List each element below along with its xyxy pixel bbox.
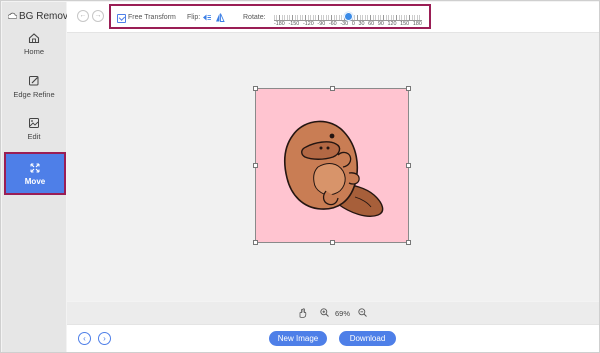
rotate-tick-label: -30	[340, 21, 349, 27]
resize-handle-top-right[interactable]	[406, 86, 411, 91]
sidebar-item-edge-refine[interactable]: Edge Refine	[2, 75, 66, 99]
new-image-button[interactable]: New Image	[269, 331, 327, 346]
rotate-tick-label: -180	[274, 21, 285, 27]
resize-handle-bottom-right[interactable]	[406, 240, 411, 245]
resize-handle-top-left[interactable]	[253, 86, 258, 91]
app-window: BG Remover Home Edge Refine Edit Move ← …	[0, 0, 600, 353]
previous-button[interactable]: ‹	[78, 332, 91, 345]
undo-button[interactable]: ←	[77, 10, 89, 22]
flip-label: Flip:	[187, 14, 201, 21]
rotate-tick-label: -60	[328, 21, 337, 27]
sidebar-item-move[interactable]: Move	[4, 152, 66, 195]
sidebar-item-label: Home	[23, 47, 44, 56]
sidebar: BG Remover Home Edge Refine Edit Move	[2, 2, 77, 352]
free-transform-checkbox[interactable]	[117, 14, 126, 23]
rotate-tick-label: 180	[412, 21, 422, 27]
rotate-tick-label: 30	[358, 21, 365, 27]
resize-handle-bottom[interactable]	[330, 240, 335, 245]
zoom-level: 69%	[335, 309, 351, 318]
rotate-tick-label: -120	[302, 21, 314, 27]
resize-handle-bottom-left[interactable]	[253, 240, 258, 245]
home-icon	[28, 33, 40, 44]
image-selection[interactable]	[253, 86, 411, 245]
resize-handle-left[interactable]	[253, 163, 258, 168]
rotate-label: Rotate:	[243, 14, 266, 21]
zoom-out-icon[interactable]	[358, 308, 367, 317]
resize-handle-top[interactable]	[330, 86, 335, 91]
flip-vertical-icon[interactable]	[215, 13, 225, 22]
next-button[interactable]: ›	[98, 332, 111, 345]
sidebar-item-edit[interactable]: Edit	[2, 117, 66, 141]
platypus-image	[283, 120, 384, 217]
rotate-tick-label: 0	[351, 21, 355, 27]
rotate-tick-label: 60	[368, 21, 375, 27]
cloud-logo-icon	[8, 12, 17, 20]
rotate-slider-handle[interactable]	[344, 12, 353, 21]
rotate-tick-label: 90	[377, 21, 384, 27]
sidebar-item-home[interactable]: Home	[2, 32, 66, 56]
redo-button[interactable]: →	[92, 10, 104, 22]
rotate-tick-label: -150	[288, 21, 300, 27]
hand-pan-icon[interactable]	[298, 308, 307, 318]
edit-image-icon	[29, 118, 39, 128]
transform-toolbar: Free Transform Flip: Rotate: -180 -150 -12…	[109, 4, 431, 29]
rotate-tick-label: 120	[387, 21, 397, 27]
rotate-tick-label: 150	[400, 21, 410, 27]
edge-refine-icon	[29, 76, 39, 86]
zoom-in-icon[interactable]	[320, 308, 329, 317]
rotate-slider[interactable]: -180 -150 -120 -90 -60 -30 0 30 60 90 120 150 180	[274, 12, 422, 28]
flip-horizontal-icon[interactable]	[202, 13, 212, 22]
resize-handle-right[interactable]	[406, 163, 411, 168]
move-icon	[30, 163, 40, 173]
free-transform-label: Free Transform	[128, 14, 176, 21]
download-button[interactable]: Download	[339, 331, 396, 346]
sidebar-item-label: Edge Refine	[13, 90, 55, 99]
sidebar-item-label: Edit	[27, 132, 41, 141]
sidebar-item-label: Move	[24, 177, 46, 186]
rotate-tick-labels: -180 -150 -120 -90 -60 -30 0 30 60 90 120 150 180	[274, 21, 422, 27]
top-toolbar: ← → Free Transform Flip: Rotate: -180 -15…	[67, 2, 599, 33]
bottom-bar: ‹ › New Image Download	[67, 324, 599, 352]
zoom-bar: 69%	[67, 302, 599, 324]
rotate-tick-label: -90	[317, 21, 326, 27]
